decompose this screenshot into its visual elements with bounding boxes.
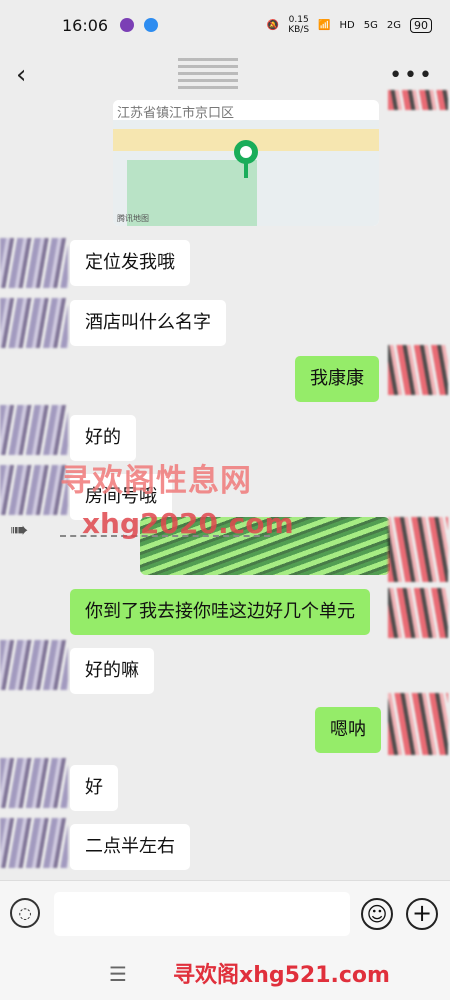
plus-icon[interactable]: +: [406, 898, 438, 930]
status-bar: 16:06 🔕 0.15 KB/S 📶 HD 5G 2G 90: [0, 0, 450, 50]
signal-2g: 2G: [386, 19, 401, 31]
avatar-contact[interactable]: [0, 298, 68, 348]
voice-icon[interactable]: ◌: [10, 898, 40, 928]
app-notification-icon: [120, 18, 135, 32]
avatar-self[interactable]: [388, 693, 448, 755]
avatar-self[interactable]: [388, 517, 448, 582]
message-bubble[interactable]: 二点半左右: [70, 824, 190, 870]
wifi-icon: 📶: [318, 19, 331, 31]
message-bubble[interactable]: 我康康: [295, 356, 379, 402]
net-speed: 0.15 KB/S: [288, 15, 310, 35]
chat-title-obscured: [177, 58, 238, 92]
system-nav-bar: ☰ 寻欢阁xhg521.com: [0, 945, 450, 1000]
message-bubble[interactable]: 好的嘛: [70, 648, 154, 694]
chat-input-bar: ◌ ☺ +: [0, 880, 450, 945]
map-preview: 腾讯地图: [113, 120, 379, 226]
location-address: 江苏省镇江市京口区: [113, 100, 379, 121]
avatar-self[interactable]: [388, 588, 448, 638]
watermark-footer: 寻欢阁xhg521.com: [173, 963, 390, 988]
message-bubble[interactable]: 你到了我去接你哇这边好几个单元: [70, 589, 370, 635]
back-arrow-icon[interactable]: ‹: [16, 60, 26, 90]
map-pin-tail: [244, 162, 248, 178]
watermark-arrow-icon: ➠: [10, 518, 29, 543]
watermark-url: xhg2020.com: [82, 507, 294, 540]
avatar-self[interactable]: [388, 345, 448, 395]
avatar-contact[interactable]: [0, 238, 68, 288]
watermark-text: 寻欢阁性息网: [60, 463, 252, 499]
avatar-self[interactable]: [388, 90, 448, 110]
message-bubble[interactable]: 酒店叫什么名字: [70, 300, 226, 346]
avatar-contact[interactable]: [0, 405, 68, 455]
message-bubble[interactable]: 定位发我哦: [70, 240, 190, 286]
emoji-icon[interactable]: ☺: [361, 898, 393, 930]
signal-5g: 5G: [363, 19, 378, 31]
map-pin-icon: [234, 140, 258, 164]
map-logo: 腾讯地图: [117, 214, 149, 223]
more-icon[interactable]: •••: [389, 63, 434, 88]
message-bubble[interactable]: 好: [70, 765, 118, 811]
message-input[interactable]: [54, 892, 350, 936]
hd-badge: HD: [339, 19, 355, 31]
avatar-contact[interactable]: [0, 818, 68, 868]
app-notification-icon-2: [144, 18, 159, 32]
chat-title-bar: ‹ •••: [0, 50, 450, 100]
mute-icon: 🔕: [266, 19, 280, 31]
status-time: 16:06: [62, 15, 109, 35]
menu-icon[interactable]: ☰: [109, 962, 127, 986]
avatar-contact[interactable]: [0, 465, 68, 515]
status-icons: 🔕 0.15 KB/S 📶 HD 5G 2G 90: [267, 15, 432, 35]
location-card[interactable]: 江苏省镇江市京口区 腾讯地图: [113, 100, 379, 226]
message-bubble[interactable]: 嗯呐: [315, 707, 381, 753]
avatar-contact[interactable]: [0, 758, 68, 808]
battery-indicator: 90: [410, 17, 432, 33]
avatar-contact[interactable]: [0, 640, 68, 690]
